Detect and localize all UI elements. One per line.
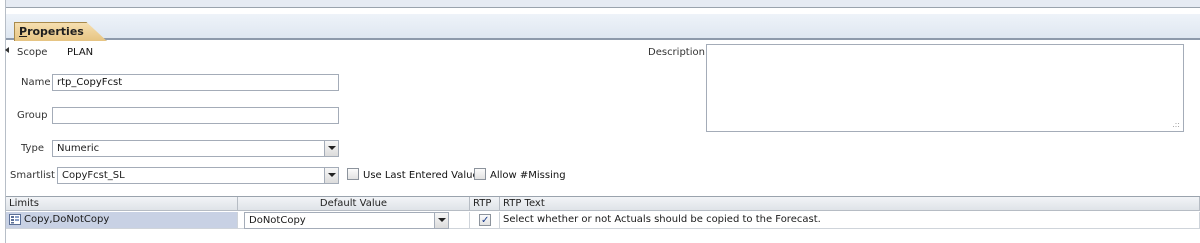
group-label: Group [17,110,48,121]
group-input[interactable] [52,107,339,124]
tab-properties[interactable]: Properties [14,22,107,41]
smartlist-select[interactable]: CopyFcst_SL [57,167,339,184]
use-last-entered-label: Use Last Entered Value [363,170,479,181]
use-last-entered-checkbox[interactable] [347,168,359,180]
type-select[interactable]: Numeric [52,140,339,157]
grid-cell-limits[interactable]: Copy,DoNotCopy [6,212,238,229]
name-input[interactable]: rtp_CopyFcst [52,74,339,91]
smartlist-dropdown-arrow-icon[interactable] [324,168,338,183]
default-value-dropdown-arrow-icon[interactable] [434,213,448,228]
grid-header-rtp[interactable]: RTP [470,197,500,211]
smartlist-label: Smartlist [10,170,55,181]
allow-missing-label: Allow #Missing [490,170,566,181]
grid-cell-rtp-text[interactable]: Select whether or not Actuals should be … [500,212,1200,229]
name-label: Name [21,77,51,88]
tab-accelerator: P [19,25,28,38]
grid-cell-limits-text: Copy,DoNotCopy [24,214,110,225]
rtp-checkbox[interactable] [479,213,491,229]
grid-header-limits[interactable]: Limits [6,197,238,211]
description-textarea[interactable]: .:: [706,44,1184,132]
smartlist-select-value: CopyFcst_SL [62,170,125,181]
grid-cell-default-value[interactable]: DoNotCopy [238,212,470,229]
tab-bar: Properties [6,14,1200,41]
type-dropdown-arrow-icon[interactable] [324,141,338,156]
limits-grid: Limits Default Value RTP RTP Text Copy,D… [6,196,1200,243]
grid-header-rtp-text[interactable]: RTP Text [500,197,1200,211]
default-value-select[interactable]: DoNotCopy [244,212,449,229]
scope-value: PLAN [67,47,94,58]
tab-properties-rest: roperties [27,25,84,38]
scope-label: Scope [17,47,48,58]
type-label: Type [21,143,44,154]
allow-missing-checkbox[interactable] [474,168,486,180]
resize-grip-icon[interactable]: .:: [1172,120,1180,129]
description-label: Description [648,47,705,58]
grid-cell-rtp [470,212,500,229]
type-select-value: Numeric [57,143,100,154]
grid-header-default-value[interactable]: Default Value [238,197,470,211]
window-top-strip [0,0,1200,8]
collapse-arrow-icon[interactable] [5,47,9,53]
list-icon [9,213,21,225]
default-value-select-value: DoNotCopy [249,215,306,226]
